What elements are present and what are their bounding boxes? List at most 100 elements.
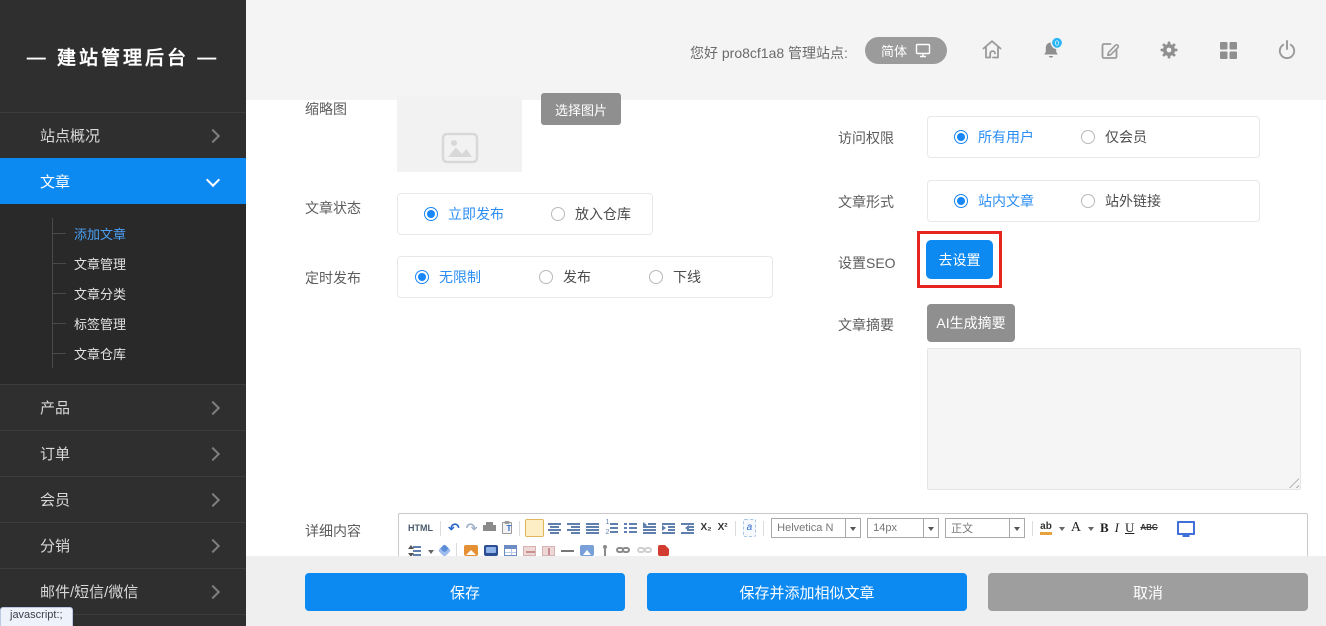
highlight-color-button[interactable]: ab: [1040, 521, 1052, 535]
fullscreen-button[interactable]: [1177, 521, 1195, 535]
sidebar-item-members[interactable]: 会员: [0, 476, 246, 522]
logout-power-icon[interactable]: [1274, 36, 1300, 64]
chevron-icon: [206, 128, 220, 142]
italic-button[interactable]: I: [1115, 520, 1119, 536]
sep: [519, 521, 520, 536]
insert-flash-button[interactable]: [658, 545, 669, 556]
undo-button[interactable]: ↶: [448, 521, 460, 535]
sidebar-item-products[interactable]: 产品: [0, 384, 246, 430]
font-family-select[interactable]: Helvetica N: [771, 518, 861, 538]
align-left-button[interactable]: [525, 519, 544, 537]
anchor-button[interactable]: [600, 545, 610, 557]
radio-icon: [551, 207, 565, 221]
table-row-button[interactable]: [523, 546, 536, 556]
insert-table-button[interactable]: [504, 545, 517, 556]
sidebar-item-articles[interactable]: 文章: [0, 158, 246, 204]
paste-text-button[interactable]: [502, 522, 512, 534]
edit-icon[interactable]: [1097, 36, 1123, 64]
thumbnail-placeholder[interactable]: [397, 96, 522, 172]
radio-option[interactable]: 放入仓库: [551, 204, 631, 224]
sidebar-item-distribution[interactable]: 分销: [0, 522, 246, 568]
sidebar: — 建站管理后台 — 站点概况 文章 添加文章 文章管理 文章分类: [0, 0, 246, 626]
radio-option[interactable]: 站内文章: [954, 191, 1034, 211]
insert-map-button[interactable]: [580, 545, 594, 556]
sidebar-subitem-add-article[interactable]: 添加文章: [53, 218, 246, 248]
line-height-button[interactable]: [408, 545, 421, 557]
format-eraser-button[interactable]: [438, 544, 451, 557]
home-icon[interactable]: [979, 36, 1005, 64]
radio-option[interactable]: 下线: [649, 267, 701, 287]
sidebar-subitem-article-warehouse[interactable]: 文章仓库: [53, 338, 246, 368]
radio-option[interactable]: 发布: [539, 267, 591, 287]
ordered-list-button[interactable]: [605, 522, 618, 534]
strikethrough-button[interactable]: ABC: [1140, 520, 1157, 536]
notifications-bell-icon[interactable]: 0: [1038, 36, 1064, 64]
save-and-add-similar-button[interactable]: 保存并添加相似文章: [647, 573, 967, 611]
seo-setup-button[interactable]: 去设置: [926, 240, 993, 279]
align-justify-button[interactable]: [586, 522, 599, 534]
indent-first-line-button[interactable]: [643, 522, 656, 534]
summary-textarea[interactable]: [927, 348, 1301, 490]
chevron-down-icon: [845, 519, 860, 537]
radio-icon: [1081, 130, 1095, 144]
link-button[interactable]: [616, 546, 631, 555]
sidebar-subitem-tag-manage[interactable]: 标签管理: [53, 308, 246, 338]
sidebar-item-site-overview[interactable]: 站点概况: [0, 112, 246, 158]
settings-gear-icon[interactable]: [1156, 36, 1182, 64]
insert-video-button[interactable]: [484, 545, 498, 556]
save-button[interactable]: 保存: [305, 573, 625, 611]
underline-button[interactable]: U: [1125, 520, 1134, 536]
paragraph-format-select[interactable]: 正文: [945, 518, 1025, 538]
align-right-button[interactable]: [567, 522, 580, 534]
article-form: 缩略图 选择图片 文章状态 立即发布 放入仓库 定时发布: [246, 100, 1326, 556]
font-color-button[interactable]: A: [1071, 521, 1081, 535]
apps-grid-icon[interactable]: [1215, 36, 1241, 64]
radio-option[interactable]: 站外链接: [1081, 191, 1161, 211]
line-height-caret[interactable]: [427, 545, 434, 557]
align-center-button[interactable]: [548, 522, 561, 534]
image-placeholder-icon: [441, 132, 479, 164]
app-logo: — 建站管理后台 —: [0, 0, 246, 112]
source-code-button[interactable]: HTML: [408, 520, 433, 536]
articles-submenu: 添加文章 文章管理 文章分类 标签管理 文章仓库: [0, 204, 246, 384]
sidebar-menu-top: 站点概况 文章: [0, 112, 246, 204]
insert-image-button[interactable]: [464, 545, 478, 556]
print-button[interactable]: [483, 522, 496, 534]
font-size-select[interactable]: 14px: [867, 518, 939, 538]
sidebar-item-orders[interactable]: 订单: [0, 430, 246, 476]
chevron-icon: [206, 446, 220, 460]
highlight-color-caret[interactable]: [1058, 522, 1065, 534]
language-label: 简体: [881, 41, 907, 60]
radio-icon: [954, 194, 968, 208]
sep: [440, 521, 441, 536]
radio-option[interactable]: 仅会员: [1081, 127, 1147, 147]
form-footer: 保存 保存并添加相似文章 取消: [246, 556, 1326, 626]
auto-typeset-button[interactable]: a: [743, 519, 757, 537]
unlink-button[interactable]: [637, 546, 652, 555]
horizontal-rule-button[interactable]: [561, 545, 574, 557]
font-color-caret[interactable]: [1087, 522, 1094, 534]
table-cell-button[interactable]: [542, 546, 555, 556]
indent-less-button[interactable]: [681, 522, 694, 534]
indent-more-button[interactable]: [662, 522, 675, 534]
scheduled-publish-group: 无限制 发布 下线: [397, 256, 773, 298]
choose-image-button[interactable]: 选择图片: [541, 93, 621, 125]
superscript-button[interactable]: X²: [718, 520, 728, 536]
cancel-button[interactable]: 取消: [988, 573, 1308, 611]
radio-icon: [649, 270, 663, 284]
radio-option[interactable]: 立即发布: [424, 204, 504, 224]
chevron-icon: [206, 584, 220, 598]
radio-option[interactable]: 所有用户: [954, 127, 1034, 147]
sidebar-subitem-article-manage[interactable]: 文章管理: [53, 248, 246, 278]
redo-button[interactable]: ↷: [466, 521, 478, 535]
chevron-icon: [206, 172, 220, 186]
sidebar-menu-bottom: 产品 订单 会员 分销 邮件/短信/微信: [0, 384, 246, 615]
unordered-list-button[interactable]: [624, 522, 637, 534]
language-toggle-button[interactable]: 简体: [865, 37, 947, 64]
ai-generate-summary-button[interactable]: AI生成摘要: [927, 304, 1015, 342]
sidebar-subitem-article-category[interactable]: 文章分类: [53, 278, 246, 308]
user-greeting: 您好 pro8cf1a8: [690, 43, 784, 63]
radio-option[interactable]: 无限制: [415, 267, 481, 287]
bold-button[interactable]: B: [1100, 520, 1109, 536]
subscript-button[interactable]: X₂: [700, 520, 711, 536]
